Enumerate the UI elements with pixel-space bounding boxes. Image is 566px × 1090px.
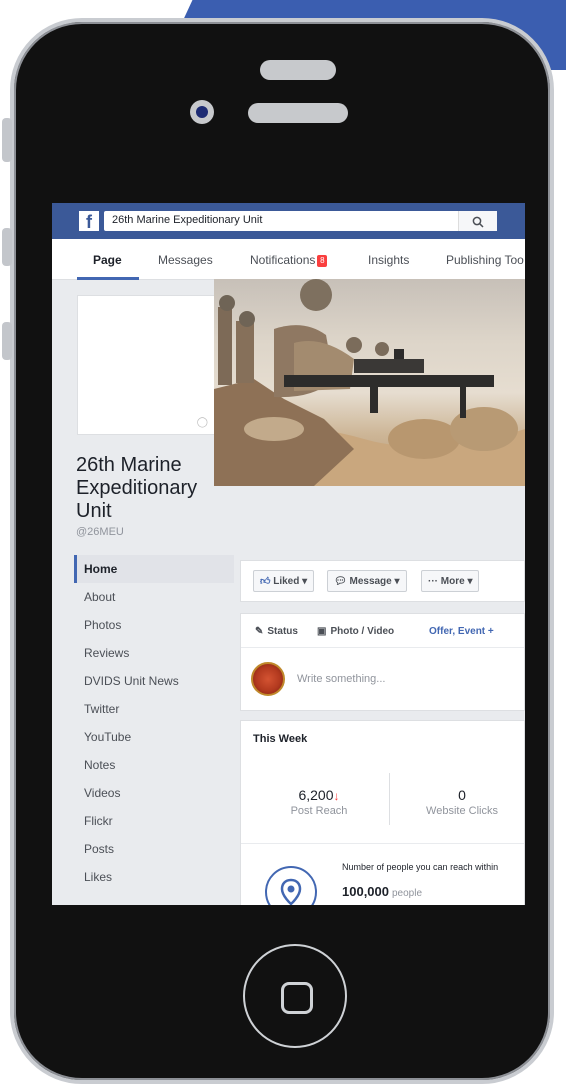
website-clicks-value: 0 bbox=[458, 787, 466, 803]
post-composer: ✎ Status ▣ Photo / Video Offer, Event + Wr… bbox=[240, 613, 525, 711]
search-input[interactable]: 26th Marine Expeditionary Unit bbox=[104, 211, 497, 231]
sidebar-item-videos[interactable]: Videos bbox=[74, 779, 234, 807]
composer-tab-offer-event[interactable]: Offer, Event + bbox=[429, 626, 494, 637]
pencil-icon: ✎ bbox=[255, 626, 264, 637]
volume-down-button bbox=[2, 322, 12, 360]
tab-insights[interactable]: Insights bbox=[368, 253, 409, 267]
liked-label: Liked ▾ bbox=[273, 576, 308, 587]
message-label: Message ▾ bbox=[349, 576, 400, 587]
search-icon bbox=[472, 216, 484, 228]
sidebar-item-dvids-unit-news[interactable]: DVIDS Unit News bbox=[74, 667, 234, 695]
chat-bubble-icon: 💬︎ bbox=[334, 576, 347, 587]
earpiece-speaker bbox=[248, 103, 348, 123]
notifications-badge: 8 bbox=[317, 254, 328, 267]
composer-tab-status[interactable]: ✎ Status bbox=[255, 626, 298, 637]
post-reach-stat[interactable]: 6,200↓ Post Reach bbox=[271, 787, 367, 817]
cover-photo[interactable] bbox=[214, 279, 525, 486]
sidebar-item-likes[interactable]: Likes bbox=[74, 863, 234, 891]
composer-status-label: Status bbox=[267, 626, 298, 637]
cover-photo-marines-image bbox=[214, 279, 525, 486]
page-tabs: Page Messages Notifications 8 Insights Pu… bbox=[52, 239, 525, 280]
audience-reach-row: 100,000 people bbox=[342, 884, 422, 899]
sidebar-item-about[interactable]: About bbox=[74, 583, 234, 611]
profile-picture[interactable]: ◯ bbox=[77, 295, 217, 435]
sidebar-item-photos[interactable]: Photos bbox=[74, 611, 234, 639]
composer-input[interactable]: Write something... bbox=[297, 673, 385, 685]
top-sensor-bar bbox=[260, 60, 336, 80]
tab-messages[interactable]: Messages bbox=[158, 253, 213, 267]
page-action-bar: 👍︎ Liked ▾ 💬︎ Message ▾ ··· More ▾ bbox=[240, 560, 525, 602]
stat-divider bbox=[389, 773, 390, 825]
website-clicks-stat[interactable]: 0 Website Clicks bbox=[407, 787, 517, 817]
audience-reach-description: Number of people you can reach within bbox=[342, 862, 499, 872]
page-title: 26th Marine Expeditionary Unit bbox=[76, 454, 198, 522]
tab-page[interactable]: Page bbox=[93, 253, 122, 267]
page-handle[interactable]: @26MEU bbox=[76, 526, 124, 538]
post-reach-value: 6,200 bbox=[298, 787, 334, 803]
location-pin-graphic bbox=[280, 878, 302, 905]
front-camera bbox=[190, 100, 214, 124]
down-arrow-icon: ↓ bbox=[333, 789, 340, 803]
this-week-panel: This Week 6,200↓ Post Reach 0 Website Cl… bbox=[240, 720, 525, 905]
thumbs-up-icon: 👍︎ bbox=[260, 576, 271, 587]
composer-photo-label: Photo / Video bbox=[330, 626, 395, 637]
mute-switch bbox=[2, 118, 12, 162]
active-tab-indicator bbox=[77, 277, 139, 280]
more-button[interactable]: ··· More ▾ bbox=[421, 570, 480, 592]
composer-tabs: ✎ Status ▣ Photo / Video Offer, Event + bbox=[241, 614, 524, 648]
sidebar-item-flickr[interactable]: Flickr bbox=[74, 807, 234, 835]
tab-publishing-tools[interactable]: Publishing Too bbox=[446, 253, 524, 267]
sidebar-item-notes[interactable]: Notes bbox=[74, 751, 234, 779]
post-reach-label: Post Reach bbox=[290, 805, 348, 817]
phone-screen: f 26th Marine Expeditionary Unit Page Me… bbox=[52, 203, 525, 905]
tab-notifications[interactable]: Notifications 8 bbox=[250, 253, 328, 267]
home-square-icon bbox=[281, 982, 313, 1014]
facebook-top-bar: f 26th Marine Expeditionary Unit bbox=[52, 203, 525, 239]
panel-separator bbox=[241, 843, 524, 844]
website-clicks-label: Website Clicks bbox=[426, 805, 498, 817]
search-value: 26th Marine Expeditionary Unit bbox=[112, 214, 263, 226]
camera-icon[interactable]: ◯ bbox=[197, 417, 208, 428]
sidebar-item-youtube[interactable]: YouTube bbox=[74, 723, 234, 751]
page-avatar bbox=[251, 662, 285, 696]
volume-up-button bbox=[2, 228, 12, 266]
tab-notifications-label: Notifications bbox=[250, 253, 316, 267]
audience-reach-unit: people bbox=[392, 888, 423, 899]
sidebar-item-reviews[interactable]: Reviews bbox=[74, 639, 234, 667]
sidebar-item-posts[interactable]: Posts bbox=[74, 835, 234, 863]
this-week-title: This Week bbox=[253, 733, 308, 745]
home-button[interactable] bbox=[243, 944, 347, 1048]
photo-icon: ▣ bbox=[317, 626, 327, 637]
page-sidebar-nav: Home About Photos Reviews DVIDS Unit New… bbox=[74, 555, 234, 891]
location-pin-icon bbox=[265, 866, 317, 905]
sidebar-item-twitter[interactable]: Twitter bbox=[74, 695, 234, 723]
sidebar-item-home[interactable]: Home bbox=[74, 555, 234, 583]
composer-tab-photo-video[interactable]: ▣ Photo / Video bbox=[317, 626, 394, 637]
search-button[interactable] bbox=[458, 211, 497, 231]
audience-reach-number: 100,000 bbox=[342, 884, 389, 899]
message-button[interactable]: 💬︎ Message ▾ bbox=[327, 570, 407, 592]
facebook-logo[interactable]: f bbox=[79, 211, 99, 232]
post-reach-value-row: 6,200↓ bbox=[271, 787, 367, 803]
liked-button[interactable]: 👍︎ Liked ▾ bbox=[253, 570, 315, 592]
